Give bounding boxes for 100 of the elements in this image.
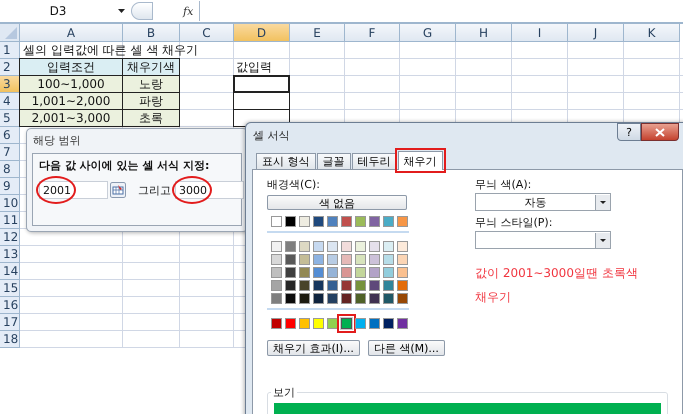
color-swatch[interactable]: [341, 318, 352, 329]
color-swatch[interactable]: [299, 241, 310, 252]
color-swatch[interactable]: [327, 267, 338, 278]
color-swatch[interactable]: [313, 241, 324, 252]
color-swatch[interactable]: [355, 293, 366, 304]
color-swatch[interactable]: [285, 293, 296, 304]
color-swatch[interactable]: [383, 280, 394, 291]
range-picker-icon[interactable]: [110, 182, 126, 198]
row-header[interactable]: 16: [0, 297, 20, 314]
row-header[interactable]: 11: [0, 212, 20, 229]
color-swatch[interactable]: [327, 318, 338, 329]
color-swatch[interactable]: [397, 280, 408, 291]
column-header[interactable]: C: [180, 24, 234, 42]
color-swatch[interactable]: [397, 293, 408, 304]
row-header[interactable]: 2: [0, 59, 20, 76]
color-swatch[interactable]: [383, 216, 394, 227]
dialog-button[interactable]: 다른 색(M)...: [368, 340, 445, 356]
color-swatch[interactable]: [271, 293, 282, 304]
dialog-button[interactable]: 채우기 효과(I)...: [267, 340, 360, 356]
tab[interactable]: 테두리: [352, 153, 396, 169]
color-swatch[interactable]: [327, 254, 338, 265]
color-swatch[interactable]: [313, 293, 324, 304]
color-swatch[interactable]: [285, 280, 296, 291]
column-header[interactable]: K: [624, 24, 680, 42]
row-header[interactable]: 1: [0, 42, 20, 59]
row-header[interactable]: 17: [0, 314, 20, 331]
dropdown-caret-icon[interactable]: [118, 9, 125, 13]
color-swatch[interactable]: [369, 280, 380, 291]
color-swatch[interactable]: [383, 267, 394, 278]
color-swatch[interactable]: [369, 318, 380, 329]
color-swatch[interactable]: [299, 254, 310, 265]
color-swatch[interactable]: [313, 280, 324, 291]
dropdown-arrow-icon[interactable]: [595, 194, 610, 210]
color-swatch[interactable]: [341, 293, 352, 304]
color-swatch[interactable]: [327, 241, 338, 252]
color-swatch[interactable]: [271, 241, 282, 252]
row-header[interactable]: 18: [0, 331, 20, 348]
color-swatch[interactable]: [341, 241, 352, 252]
color-swatch[interactable]: [369, 216, 380, 227]
no-color-button[interactable]: 색 없음: [267, 195, 407, 210]
input-cell[interactable]: [233, 75, 290, 93]
value-field[interactable]: 3000: [175, 181, 244, 199]
color-swatch[interactable]: [285, 318, 296, 329]
column-header[interactable]: A: [20, 24, 123, 42]
color-swatch[interactable]: [355, 241, 366, 252]
color-swatch[interactable]: [341, 254, 352, 265]
color-swatch[interactable]: [313, 318, 324, 329]
row-header[interactable]: 3: [0, 76, 20, 93]
color-swatch[interactable]: [383, 293, 394, 304]
color-swatch[interactable]: [341, 267, 352, 278]
help-button[interactable]: ?: [617, 123, 641, 141]
column-header[interactable]: J: [568, 24, 624, 42]
column-header[interactable]: F: [345, 24, 400, 42]
color-swatch[interactable]: [299, 280, 310, 291]
select-all-corner[interactable]: [0, 24, 20, 42]
row-header[interactable]: 10: [0, 195, 20, 212]
color-swatch[interactable]: [285, 241, 296, 252]
column-header[interactable]: B: [123, 24, 180, 42]
insert-function-button[interactable]: fx: [183, 4, 194, 18]
color-swatch[interactable]: [369, 241, 380, 252]
row-header[interactable]: 5: [0, 110, 20, 127]
dropdown-arrow-icon[interactable]: [595, 232, 610, 248]
color-swatch[interactable]: [355, 318, 366, 329]
column-header[interactable]: D: [234, 24, 290, 42]
column-header[interactable]: I: [512, 24, 568, 42]
color-swatch[interactable]: [369, 293, 380, 304]
color-swatch[interactable]: [355, 280, 366, 291]
color-swatch[interactable]: [299, 267, 310, 278]
color-swatch[interactable]: [285, 267, 296, 278]
color-swatch[interactable]: [355, 254, 366, 265]
name-box[interactable]: D3: [0, 2, 116, 20]
value-field[interactable]: 2001: [39, 181, 108, 199]
color-swatch[interactable]: [397, 267, 408, 278]
color-swatch[interactable]: [271, 280, 282, 291]
color-swatch[interactable]: [313, 267, 324, 278]
color-swatch[interactable]: [327, 216, 338, 227]
row-header[interactable]: 8: [0, 161, 20, 178]
color-swatch[interactable]: [313, 216, 324, 227]
color-swatch[interactable]: [271, 267, 282, 278]
color-swatch[interactable]: [285, 254, 296, 265]
color-swatch[interactable]: [271, 254, 282, 265]
color-swatch[interactable]: [271, 318, 282, 329]
color-swatch[interactable]: [397, 241, 408, 252]
color-swatch[interactable]: [397, 216, 408, 227]
color-swatch[interactable]: [341, 216, 352, 227]
color-swatch[interactable]: [383, 254, 394, 265]
row-header[interactable]: 13: [0, 246, 20, 263]
color-swatch[interactable]: [397, 254, 408, 265]
color-swatch[interactable]: [313, 254, 324, 265]
color-swatch[interactable]: [271, 216, 282, 227]
row-header[interactable]: 15: [0, 280, 20, 297]
column-header[interactable]: E: [290, 24, 345, 42]
row-header[interactable]: 9: [0, 178, 20, 195]
column-header[interactable]: G: [400, 24, 456, 42]
tab[interactable]: 표시 형식: [256, 153, 316, 169]
color-swatch[interactable]: [327, 280, 338, 291]
color-swatch[interactable]: [285, 216, 296, 227]
color-swatch[interactable]: [383, 241, 394, 252]
color-swatch[interactable]: [299, 216, 310, 227]
row-header[interactable]: 7: [0, 144, 20, 161]
